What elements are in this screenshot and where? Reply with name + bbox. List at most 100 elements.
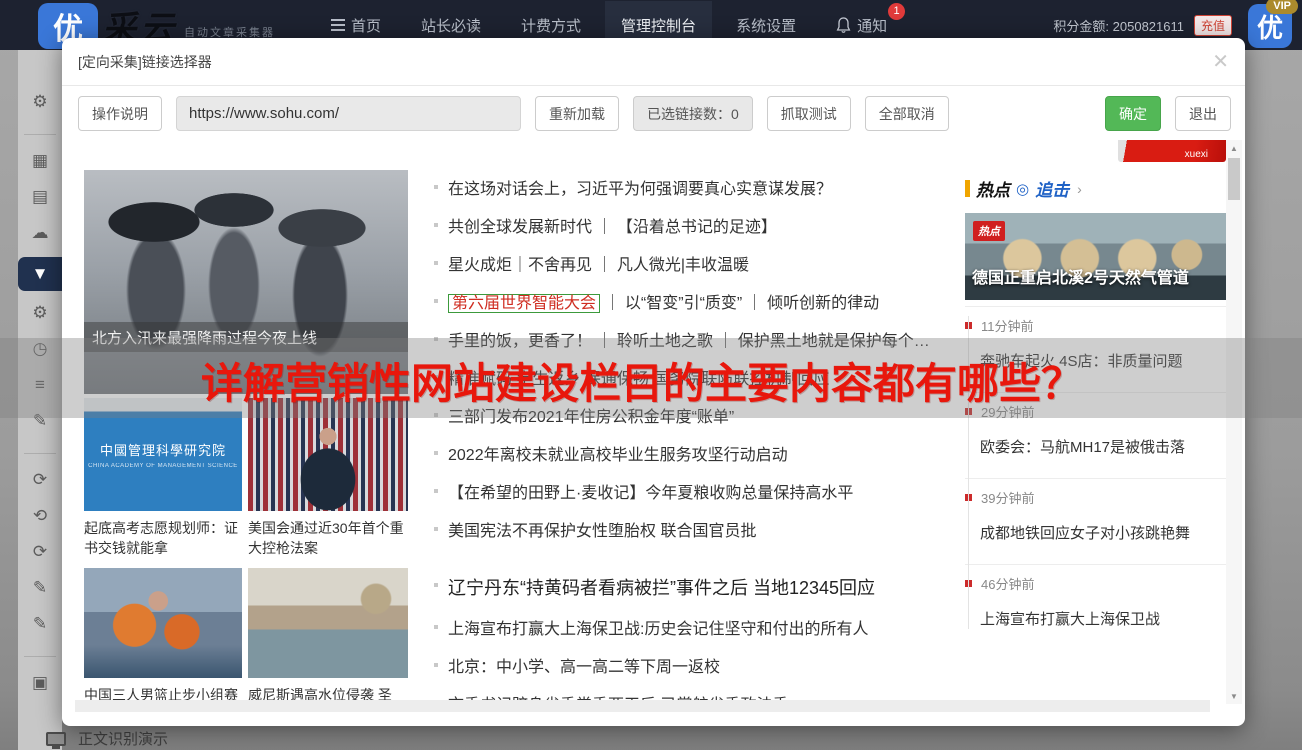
sidebar-divider [24,656,56,657]
news-link[interactable]: 辽宁丹东“持黄码者看病被拦”事件之后 当地12345回应 [432,566,966,608]
academy-sign-text: 中國管理科學研究院 [99,443,226,458]
news-link-highlighted[interactable]: 第六届世界智能大会 [448,294,601,313]
reload-icon[interactable]: ⟳ [20,540,60,564]
hero-caption: 北方入汛来最强降雨过程今夜上线 [84,322,408,352]
red-square-bullet-icon [965,408,972,415]
sidebar-item-content-recognition-demo[interactable]: 正文识别演示 [46,728,168,749]
photo-basketball[interactable] [84,568,242,678]
news-link[interactable]: 星火成炬｜不舍再见 ｜ 凡人微光|丰收温暖 [432,244,966,282]
notification-badge: 1 [888,2,906,20]
timeline-link[interactable]: 上海宣布打赢大上海保卫战 [980,608,1226,629]
cloud-upload-icon[interactable]: ☁ [20,221,60,245]
photo-venice-flood[interactable] [248,568,408,678]
top-red-banner[interactable]: xuexi [1118,140,1226,162]
hot-pursuit-column: 热点 ◎ 追击 › 热点 德国正重启北溪2号天然气管道 11分钟前 奔驰车起火 … [965,176,1226,650]
confirm-button[interactable]: 确定 [1105,96,1161,131]
photo-biden-speech[interactable] [248,398,408,511]
sohu-page: xuexi 北方入汛来最强降雨过程今夜上线 中國管理科學研究院 CHINA AC… [75,140,1226,712]
red-square-bullet-icon [965,580,972,587]
url-input[interactable] [176,96,521,131]
credit-amount: 积分金额: 2050821611 [1053,18,1184,34]
cancel-all-button[interactable]: 全部取消 [864,96,949,131]
news-link[interactable]: 精准赋码 学生返乡 保通保畅 国务院联防联控机制回应 [432,358,966,396]
bell-icon [836,16,851,33]
edit-note-icon[interactable]: ✎ [20,576,60,600]
close-icon[interactable]: ✕ [1212,52,1229,72]
news-link[interactable]: 共创全球发展新时代 ｜ 【沿着总书记的足迹】 [432,206,966,244]
modal-toolbar: 操作说明 重新加载 已选链接数：0 抓取测试 全部取消 确定 退出 [62,86,1245,141]
hot-title-black: 热点 [976,181,1010,200]
sync-icon[interactable]: ⟲ [20,504,60,528]
monitor-icon [46,731,66,749]
news-link[interactable]: 在这场对话会上，习近平为何强调要真心实意谋发展？ [432,168,966,206]
edit-doc-icon[interactable]: ✎ [20,612,60,636]
news-link[interactable]: 三部门发布2021年住房公积金年度“账单” [432,396,966,434]
news-link-rest: ｜ 以“智变”引“质变” ｜ 倾听创新的律动 [600,295,880,312]
timeline-time: 11分钟前 [981,319,1034,334]
hot-feature-caption: 德国正重启北溪2号天然气管道 [972,270,1189,287]
hot-pursuit-header[interactable]: 热点 ◎ 追击 › [965,176,1226,201]
coins-icon[interactable]: ≡ [20,373,60,397]
scroll-up-icon[interactable]: ▲ [1226,140,1242,156]
exit-button[interactable]: 退出 [1175,96,1231,131]
task-list-icon[interactable]: ▤ [20,185,60,209]
hamburger-icon [331,16,345,34]
menu-item-home-label: 首页 [351,17,382,35]
news-link[interactable]: 上海宣布打赢大上海保卫战:历史会记住坚守和付出的所有人 [432,608,966,646]
left-sidebar: ⚙ ▦ ▤ ☁ ▼ ⚙ ◷ ≡ ✎ ⟳ ⟲ ⟳ ✎ ✎ ▣ [18,50,62,750]
account-corner[interactable]: 优 VIP [1242,0,1298,50]
timeline-time: 39分钟前 [981,491,1035,506]
news-list: 在这场对话会上，习近平为何强调要真心实意谋发展？ 共创全球发展新时代 ｜ 【沿着… [432,168,966,712]
timeline-entry: 11分钟前 奔驰车起火 4S店：非质量问题 [965,306,1226,371]
notifications-label: 通知 [857,17,888,35]
webpage-scrollbar[interactable]: ▲ ▼ [1226,140,1242,704]
printer-icon[interactable]: ▣ [20,671,60,695]
news-link[interactable]: 美国宪法不再保护女性堕胎权 联合国官员批 [432,510,966,548]
photo-china-academy[interactable]: 中國管理科學研究院 CHINA ACADEMY OF MANAGEMENT SC… [84,398,242,511]
timeline-link[interactable]: 欧委会：马航MH17是被俄击落 [980,436,1226,457]
timeline-entry: 46分钟前 上海宣布打赢大上海保卫战 [965,564,1226,629]
red-square-bullet-icon [965,494,972,501]
edit-icon[interactable]: ✎ [20,409,60,433]
academy-sign-subtext: CHINA ACADEMY OF MANAGEMENT SCIENCE [88,463,238,469]
refresh-icon[interactable]: ⟳ [20,468,60,492]
small-gear-icon[interactable]: ⚙ [20,301,60,325]
timeline-time: 29分钟前 [981,405,1035,420]
news-link[interactable]: 第六届世界智能大会 ｜ 以“智变”引“质变” ｜ 倾听创新的律动 [432,282,966,320]
help-button[interactable]: 操作说明 [78,96,162,131]
scrollbar-thumb[interactable] [1228,158,1240,200]
grab-test-button[interactable]: 抓取测试 [766,96,851,131]
content-recognition-demo-label: 正文识别演示 [78,731,169,748]
modal-title: [定向采集]链接选择器 [78,53,212,70]
sidebar-divider [24,453,56,454]
photo-caption[interactable]: 美国会通过近30年首个重大控枪法案 [248,518,408,558]
hot-timeline: 11分钟前 奔驰车起火 4S店：非质量问题 29分钟前 欧委会：马航MH17是被… [965,306,1226,629]
news-link[interactable]: 【在希望的田野上·麦收记】今年夏粮收购总量保持高水平 [432,472,966,510]
vip-badge: VIP [1266,0,1298,14]
recharge-button[interactable]: 充值 [1193,14,1232,36]
sidebar-divider [24,134,56,135]
timeline-link[interactable]: 奔驰车起火 4S店：非质量问题 [980,350,1226,371]
news-link[interactable]: 2022年离校未就业高校毕业生服务攻坚行动启动 [432,434,966,472]
timeline-link[interactable]: 成都地铁回应女子对小孩跳艳舞 [980,522,1226,543]
hot-badge: 热点 [973,221,1005,241]
gear-icon[interactable]: ⚙ [20,90,60,114]
link-selector-icon[interactable]: ▼ [18,257,62,291]
photo-cards: 中國管理科學研究院 CHINA ACADEMY OF MANAGEMENT SC… [84,398,408,712]
hot-feature-photo[interactable]: 热点 德国正重启北溪2号天然气管道 [965,213,1226,300]
scroll-down-icon[interactable]: ▼ [1226,688,1242,704]
banner-label: xuexi [1184,149,1208,160]
stats-chart-icon[interactable]: ▦ [20,149,60,173]
news-link[interactable]: 手里的饭，更香了！ ｜ 聆听土地之歌 ｜ 保护黑土地就是保护每个… [432,320,966,358]
target-icon: ◎ [1016,180,1030,198]
timeline-entry: 39分钟前 成都地铁回应女子对小孩跳艳舞 [965,478,1226,543]
history-clock-icon[interactable]: ◷ [20,337,60,361]
reload-button[interactable]: 重新加载 [535,96,619,131]
photo-caption[interactable]: 起底高考志愿规划师：证书交钱就能拿 [84,518,242,558]
timeline-entry: 29分钟前 欧委会：马航MH17是被俄击落 [965,392,1226,457]
news-link[interactable]: 北京：中小学、高一高二等下周一返校 [432,646,966,684]
yellow-bar-icon [965,180,970,197]
modal-header: [定向采集]链接选择器 ✕ [62,38,1245,86]
link-selector-modal: [定向采集]链接选择器 ✕ 操作说明 重新加载 已选链接数：0 抓取测试 全部取… [62,38,1245,726]
hero-photo-rain[interactable]: 北方入汛来最强降雨过程今夜上线 [84,170,408,394]
